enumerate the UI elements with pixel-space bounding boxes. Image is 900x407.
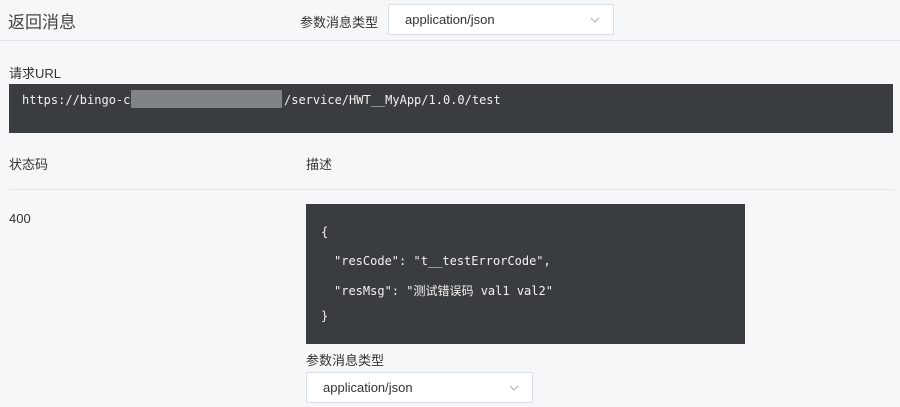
url-suffix: /service/HWT__MyApp/1.0.0/test	[284, 93, 501, 107]
request-url-label: 请求URL	[9, 66, 62, 81]
table-divider	[9, 189, 894, 190]
content-type-value: application/json	[405, 12, 495, 27]
code-line: "resCode": "t__testErrorCode",	[334, 254, 551, 268]
code-line: {	[321, 225, 329, 239]
response-header: 返回消息 参数消息类型 application/json	[0, 0, 900, 41]
request-url-box: https://bingo-c /service/HWT__MyApp/1.0.…	[9, 84, 893, 133]
content-type-select[interactable]: application/json	[388, 4, 614, 35]
status-code: 400	[9, 211, 31, 226]
url-redacted-block	[131, 90, 282, 108]
code-line: }	[321, 309, 329, 323]
code-line: "resMsg": "测试错误码 val1 val2"	[334, 284, 553, 298]
chevron-down-icon	[590, 17, 600, 23]
response-content-type-select[interactable]: application/json	[306, 372, 533, 403]
response-content-type-value: application/json	[323, 380, 413, 395]
content-type-label: 参数消息类型	[300, 15, 379, 30]
response-content-type-label: 参数消息类型	[306, 353, 385, 368]
column-header-description: 描述	[306, 157, 333, 172]
column-header-status: 状态码	[9, 157, 49, 172]
chevron-down-icon	[509, 385, 519, 391]
response-body-code: { "resCode": "t__testErrorCode", "resMsg…	[306, 204, 745, 344]
section-title: 返回消息	[8, 13, 76, 32]
url-prefix: https://bingo-c	[22, 93, 131, 107]
